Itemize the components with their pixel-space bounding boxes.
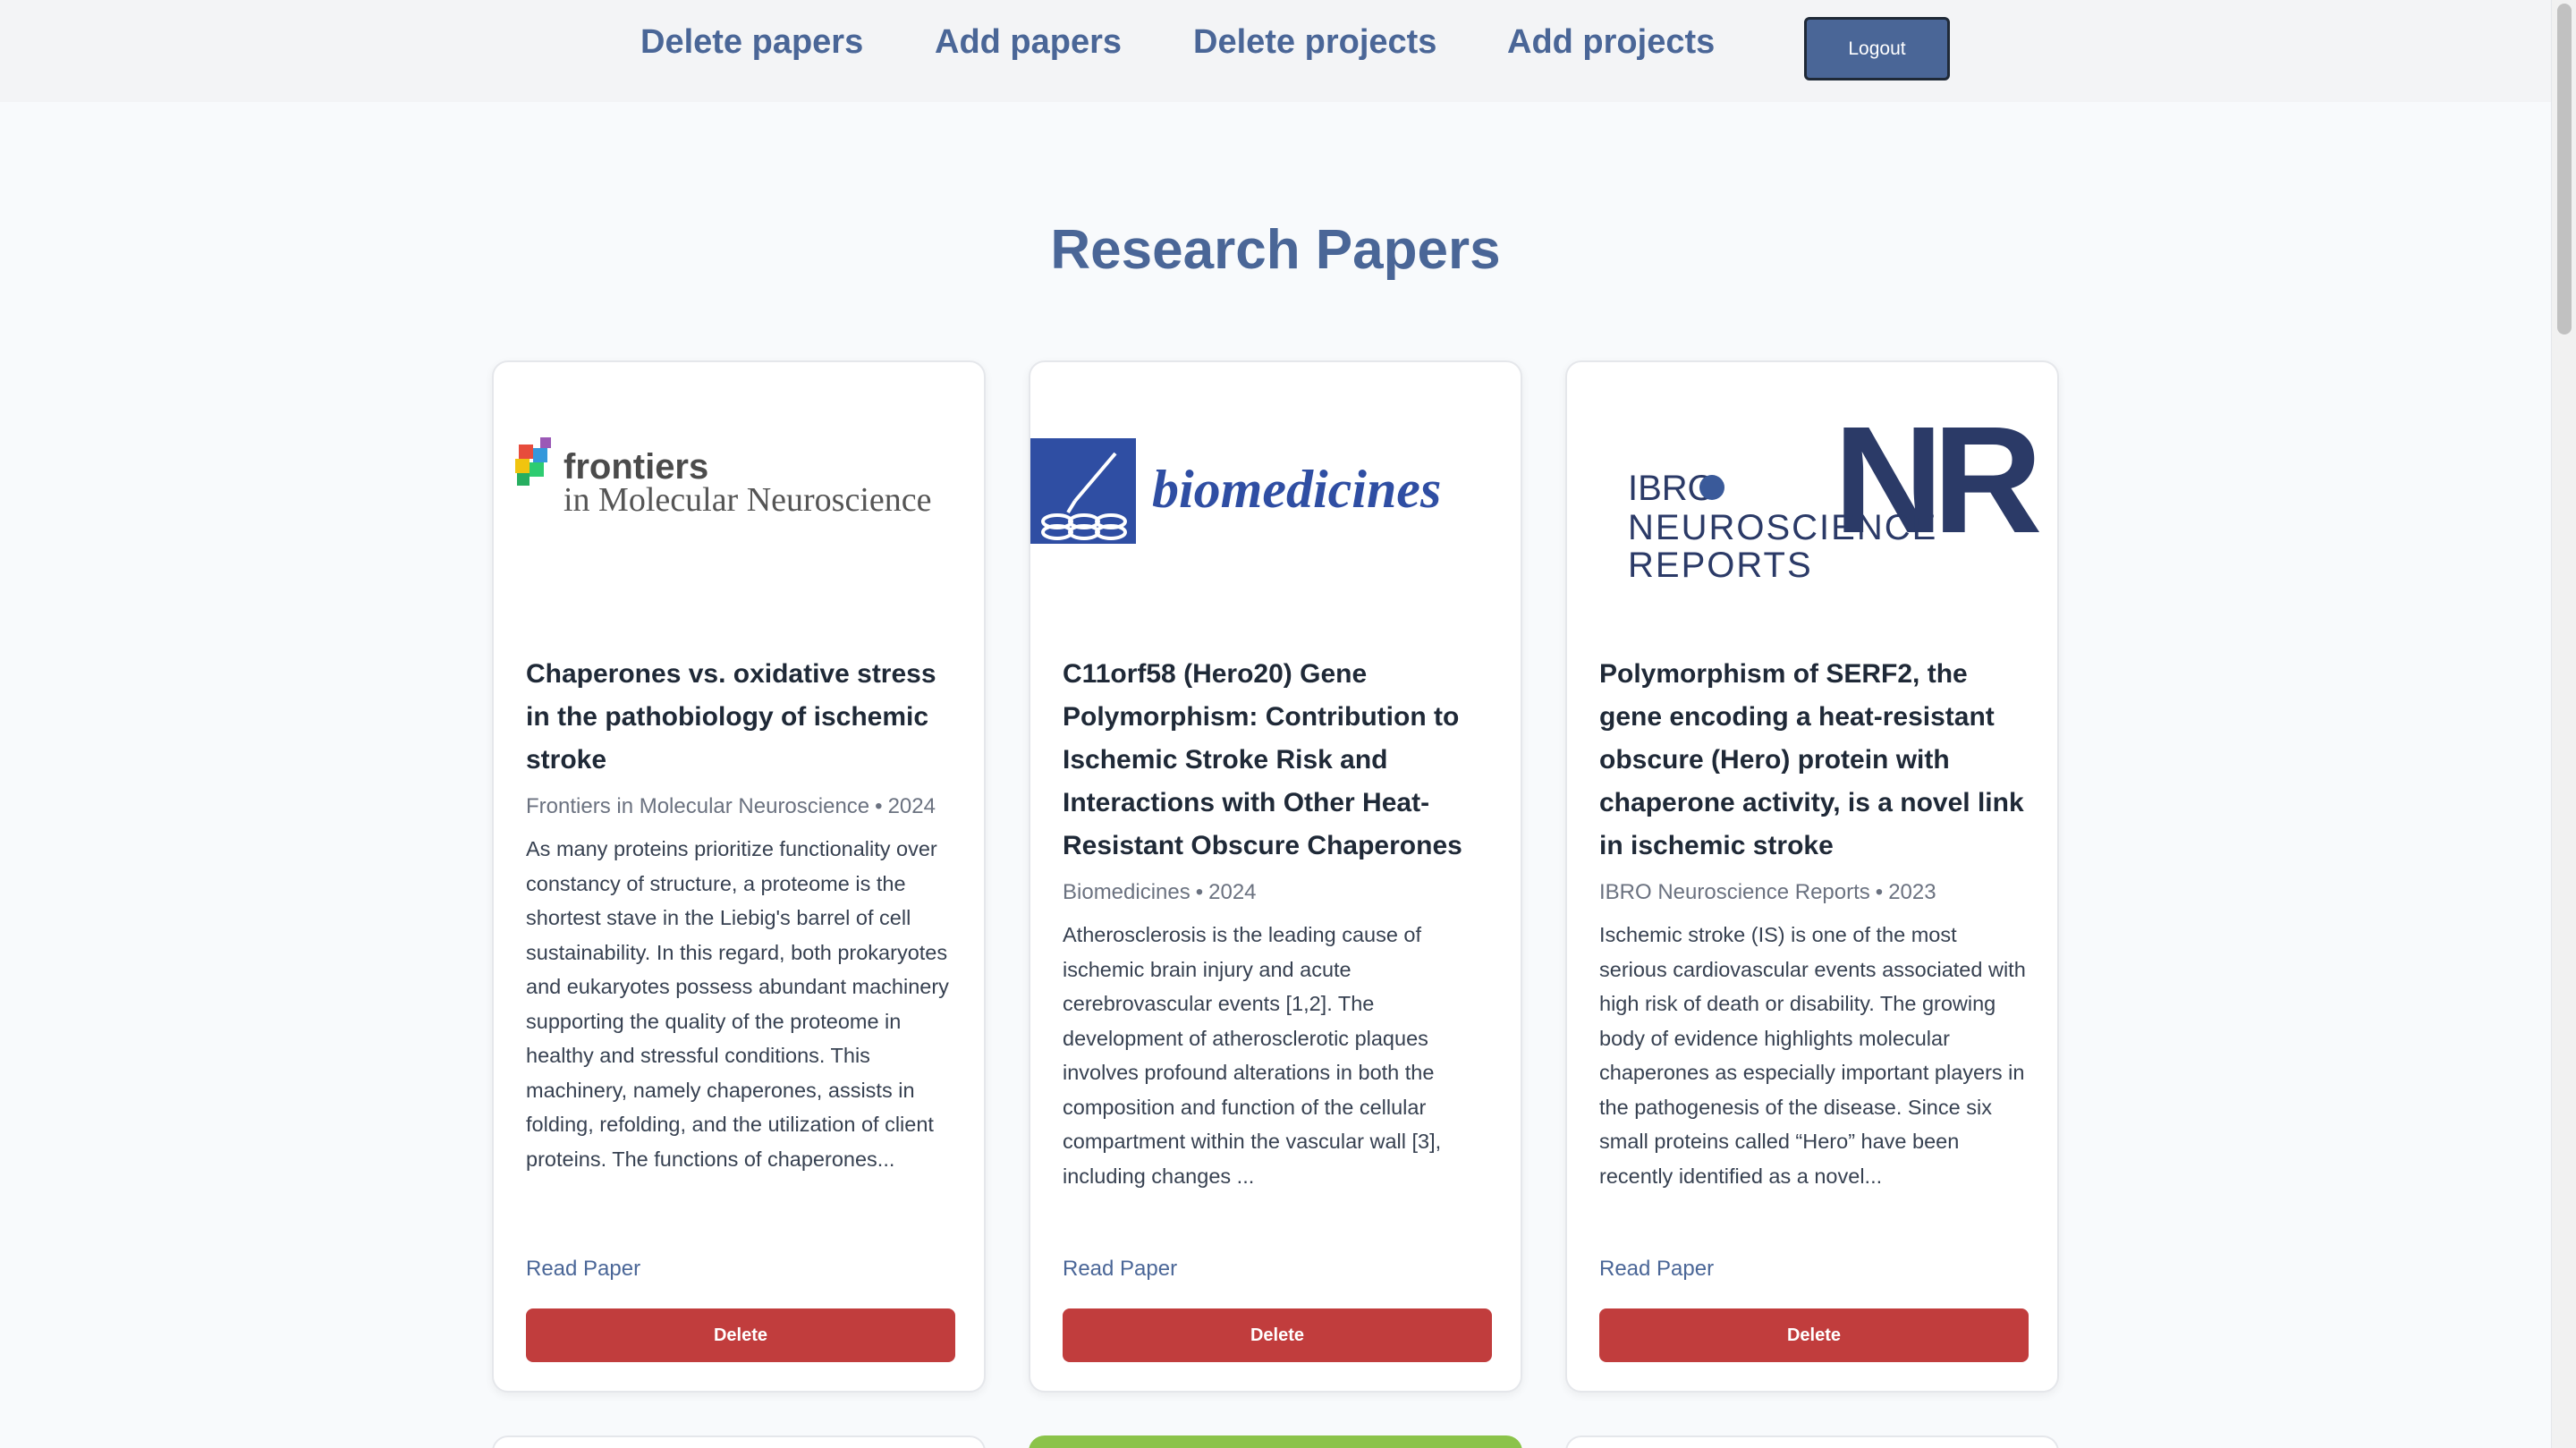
delete-paper-button[interactable]: Delete	[526, 1308, 955, 1362]
delete-paper-button[interactable]: Delete	[1063, 1308, 1492, 1362]
paper-title: Polymorphism of SERF2, the gene encoding…	[1599, 659, 2024, 860]
read-paper-link[interactable]: Read Paper	[1599, 1257, 1714, 1282]
paper-abstract: Atherosclerosis is the leading cause of …	[1063, 923, 1442, 1188]
read-paper-link[interactable]: Read Paper	[526, 1257, 640, 1282]
paper-meta: Biomedicines • 2024	[1063, 880, 1257, 904]
journal-name: Biomedicines	[1063, 880, 1191, 904]
svg-text:NEUROSCIENCE: NEUROSCIENCE	[1628, 508, 1937, 547]
paper-title: Chaperones vs. oxidative stress in the p…	[526, 659, 936, 775]
biomedicines-logo: biomedicines	[1030, 438, 1441, 544]
journal-logo: biomedicines	[1030, 362, 1521, 631]
journal-name: IBRO Neuroscience Reports	[1599, 880, 1870, 904]
read-paper-link[interactable]: Read Paper	[1063, 1257, 1177, 1282]
svg-text:biomedicines: biomedicines	[1152, 460, 1441, 519]
ibro-nr-logo: NR IBRO NEUROSCIENCE REPORTS	[1628, 395, 2051, 585]
nav-add-projects-link[interactable]: Add projects	[1507, 23, 1715, 62]
paper-year: 2023	[1888, 880, 1936, 904]
journal-logo: NR IBRO NEUROSCIENCE REPORTS	[1567, 362, 2057, 631]
logout-button[interactable]: Logout	[1804, 17, 1950, 80]
delete-paper-button[interactable]: Delete	[1599, 1308, 2029, 1362]
journal-logo: frontiers in Molecular Neuroscience	[494, 362, 984, 631]
nav-delete-papers-link[interactable]: Delete papers	[640, 23, 863, 62]
frontiers-logo: frontiers in Molecular Neuroscience	[515, 437, 932, 519]
page-scrollbar[interactable]	[2551, 0, 2576, 1448]
journal-name: Frontiers in Molecular Neuroscience	[526, 794, 870, 818]
paper-card: NR IBRO NEUROSCIENCE REPORTS Polymorphis…	[1565, 360, 2059, 1393]
paper-abstract: As many proteins prioritize functionalit…	[526, 837, 949, 1171]
paper-meta: IBRO Neuroscience Reports • 2023	[1599, 880, 1936, 904]
paper-card: frontiers in Molecular Neuroscience Chap…	[492, 360, 986, 1393]
paper-card-next	[1565, 1435, 2059, 1448]
paper-card: biomedicines C11orf58 (Hero20) Gene Poly…	[1029, 360, 1522, 1393]
paper-title: C11orf58 (Hero20) Gene Polymorphism: Con…	[1063, 659, 1462, 860]
paper-card-next	[492, 1435, 986, 1448]
paper-year: 2024	[1208, 880, 1257, 904]
page-title: Research Papers	[1050, 219, 1501, 281]
svg-text:in Molecular Neuroscience: in Molecular Neuroscience	[564, 481, 932, 519]
nav-delete-projects-link[interactable]: Delete projects	[1193, 23, 1436, 62]
frontiers-cubes-icon	[515, 437, 551, 486]
paper-abstract: Ischemic stroke (IS) is one of the most …	[1599, 923, 2026, 1188]
svg-text:REPORTS: REPORTS	[1628, 546, 1813, 585]
nav-add-papers-link[interactable]: Add papers	[935, 23, 1122, 62]
paper-meta: Frontiers in Molecular Neuroscience • 2024	[526, 794, 936, 818]
top-nav: Delete papers Add papers Delete projects…	[0, 0, 2551, 102]
paper-card-next	[1029, 1435, 1522, 1448]
globe-icon	[1699, 475, 1724, 500]
paper-year: 2024	[887, 794, 936, 818]
scrollbar-thumb[interactable]	[2557, 4, 2572, 334]
